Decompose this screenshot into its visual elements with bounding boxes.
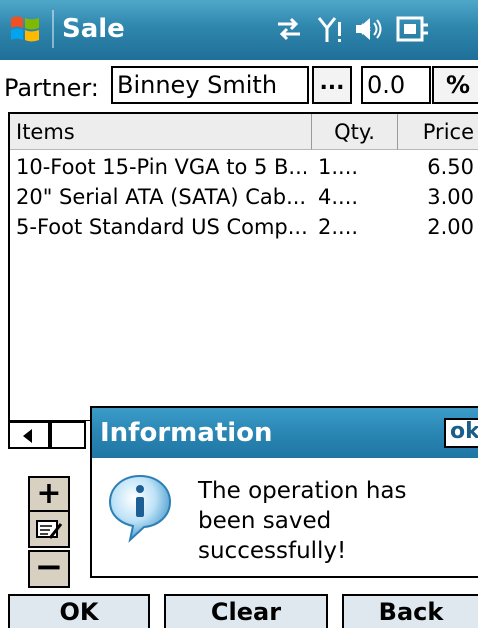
scroll-left-arrow-icon[interactable] [8,421,50,449]
clear-button[interactable]: Clear [164,594,328,628]
dialog-message: The operation has been saved successfull… [198,478,407,564]
edit-icon [36,520,63,539]
column-header-price[interactable]: Price [398,114,478,150]
percent-button[interactable]: % [432,66,478,104]
column-header-items[interactable]: Items [10,114,312,150]
back-button[interactable]: Back [342,594,478,628]
item-name: 20" Serial ATA (SATA) Cab... [16,185,306,209]
items-list[interactable]: Items Qty. Price 10-Foot 15-Pin VGA to 5… [8,112,478,450]
edit-item-button[interactable] [28,510,70,548]
title-separator [52,10,54,48]
info-icon [108,474,172,543]
dialog-title: Information [100,418,273,448]
dialog-title-bar: Information ok [92,408,478,458]
signal-icon[interactable] [316,14,346,44]
item-price: 2.00 [427,215,474,239]
connectivity-icon[interactable] [274,14,304,44]
partner-field[interactable]: Binney Smith [111,66,309,104]
item-price: 6.50 [427,155,474,179]
volume-icon[interactable] [352,14,386,44]
remove-item-button[interactable]: − [28,550,70,588]
column-header-qty[interactable]: Qty. [312,114,398,150]
item-qty: 1.... [318,155,359,179]
item-qty: 2.... [318,215,359,239]
title-bar: Sale [0,0,478,60]
browse-partner-button[interactable]: ... [312,66,352,104]
item-name: 5-Foot Standard US Comp... [16,215,306,239]
windows-start-icon[interactable] [8,12,42,46]
partner-label: Partner: [4,74,99,102]
item-name: 10-Foot 15-Pin VGA to 5 B... [16,155,306,179]
table-row[interactable]: 20" Serial ATA (SATA) Cab... 4.... 3.00 [10,182,478,212]
table-row[interactable]: 5-Foot Standard US Comp... 2.... 2.00 [10,212,478,242]
battery-icon[interactable] [392,14,432,44]
add-item-button[interactable]: + [28,476,70,514]
scroll-thumb[interactable] [50,421,86,449]
ok-button[interactable]: OK [8,594,150,628]
dialog-ok-button[interactable]: ok [444,418,478,448]
app-title: Sale [62,14,125,44]
discount-field[interactable]: 0.0 [361,66,431,104]
item-price: 3.00 [427,185,474,209]
information-dialog: Information ok The operation has been sa… [90,406,478,578]
item-qty: 4.... [318,185,359,209]
table-row[interactable]: 10-Foot 15-Pin VGA to 5 B... 1.... 6.50 [10,152,478,182]
